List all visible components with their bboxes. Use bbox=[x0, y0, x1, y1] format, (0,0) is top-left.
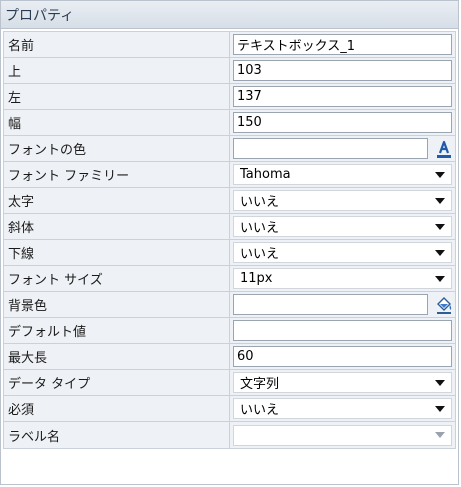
default-value-input[interactable] bbox=[233, 320, 452, 341]
row-font-size: フォント サイズ 11px bbox=[4, 266, 455, 292]
font-size-value: 11px bbox=[240, 271, 273, 286]
row-top: 上 103 bbox=[4, 58, 455, 84]
row-label: 必須 bbox=[4, 396, 230, 421]
bold-value: いいえ bbox=[240, 195, 280, 210]
row-label: ラベル名 bbox=[4, 422, 230, 448]
chevron-down-icon bbox=[435, 275, 445, 282]
row-label: 斜体 bbox=[4, 214, 230, 239]
row-label: デフォルト値 bbox=[4, 318, 230, 343]
row-label: 上 bbox=[4, 58, 230, 83]
row-data-type: データ タイプ 文字列 bbox=[4, 370, 455, 396]
row-label: 背景色 bbox=[4, 292, 230, 317]
panel-title: プロパティ bbox=[5, 7, 75, 24]
italic-value: いいえ bbox=[240, 221, 280, 236]
row-font-family: フォント ファミリー Tahoma bbox=[4, 162, 455, 188]
underline-select[interactable]: いいえ bbox=[233, 242, 452, 263]
font-family-select[interactable]: Tahoma bbox=[233, 164, 452, 185]
chevron-down-icon bbox=[435, 249, 445, 256]
top-input[interactable]: 103 bbox=[233, 60, 452, 81]
row-label: フォント ファミリー bbox=[4, 162, 230, 187]
row-name: 名前 テキストボックス_1 bbox=[4, 32, 455, 58]
underline-value: いいえ bbox=[240, 247, 280, 262]
property-grid: 名前 テキストボックス_1 上 103 左 137 幅 150 フォントの色 フ… bbox=[3, 31, 456, 449]
bold-select[interactable]: いいえ bbox=[233, 190, 452, 211]
data-type-value: 文字列 bbox=[240, 377, 280, 392]
properties-panel: プロパティ 名前 テキストボックス_1 上 103 左 137 幅 150 フォ… bbox=[0, 0, 459, 485]
row-label-name: ラベル名 bbox=[4, 422, 455, 448]
row-underline: 下線 いいえ bbox=[4, 240, 455, 266]
row-label: データ タイプ bbox=[4, 370, 230, 395]
row-font-color: フォントの色 bbox=[4, 136, 455, 162]
chevron-down-icon bbox=[435, 379, 445, 386]
fill-bucket-icon[interactable] bbox=[432, 294, 456, 315]
required-select[interactable]: いいえ bbox=[233, 398, 452, 419]
row-bg-color: 背景色 bbox=[4, 292, 455, 318]
bg-color-input[interactable] bbox=[233, 294, 428, 315]
row-label: 最大長 bbox=[4, 344, 230, 369]
row-left: 左 137 bbox=[4, 84, 455, 110]
chevron-down-icon bbox=[435, 171, 445, 178]
label-name-select[interactable] bbox=[233, 424, 452, 446]
row-required: 必須 いいえ bbox=[4, 396, 455, 422]
row-maxlen: 最大長 60 bbox=[4, 344, 455, 370]
row-bold: 太字 いいえ bbox=[4, 188, 455, 214]
row-label: 名前 bbox=[4, 32, 230, 57]
row-label: 太字 bbox=[4, 188, 230, 213]
chevron-down-icon bbox=[435, 405, 445, 412]
row-width: 幅 150 bbox=[4, 110, 455, 136]
row-label: 幅 bbox=[4, 110, 230, 135]
row-label: 左 bbox=[4, 84, 230, 109]
font-family-value: Tahoma bbox=[240, 167, 291, 182]
name-input[interactable]: テキストボックス_1 bbox=[233, 34, 452, 55]
font-color-icon[interactable] bbox=[432, 138, 456, 159]
row-label: フォントの色 bbox=[4, 136, 230, 161]
font-color-input[interactable] bbox=[233, 138, 428, 159]
required-value: いいえ bbox=[240, 403, 280, 418]
width-input[interactable]: 150 bbox=[233, 112, 452, 133]
chevron-down-icon bbox=[435, 432, 445, 438]
panel-header: プロパティ bbox=[1, 1, 458, 29]
row-label: 下線 bbox=[4, 240, 230, 265]
font-size-select[interactable]: 11px bbox=[233, 268, 452, 289]
row-italic: 斜体 いいえ bbox=[4, 214, 455, 240]
left-input[interactable]: 137 bbox=[233, 86, 452, 107]
row-default: デフォルト値 bbox=[4, 318, 455, 344]
chevron-down-icon bbox=[435, 223, 445, 230]
chevron-down-icon bbox=[435, 197, 445, 204]
italic-select[interactable]: いいえ bbox=[233, 216, 452, 237]
data-type-select[interactable]: 文字列 bbox=[233, 372, 452, 393]
max-length-input[interactable]: 60 bbox=[233, 346, 452, 367]
row-label: フォント サイズ bbox=[4, 266, 230, 291]
